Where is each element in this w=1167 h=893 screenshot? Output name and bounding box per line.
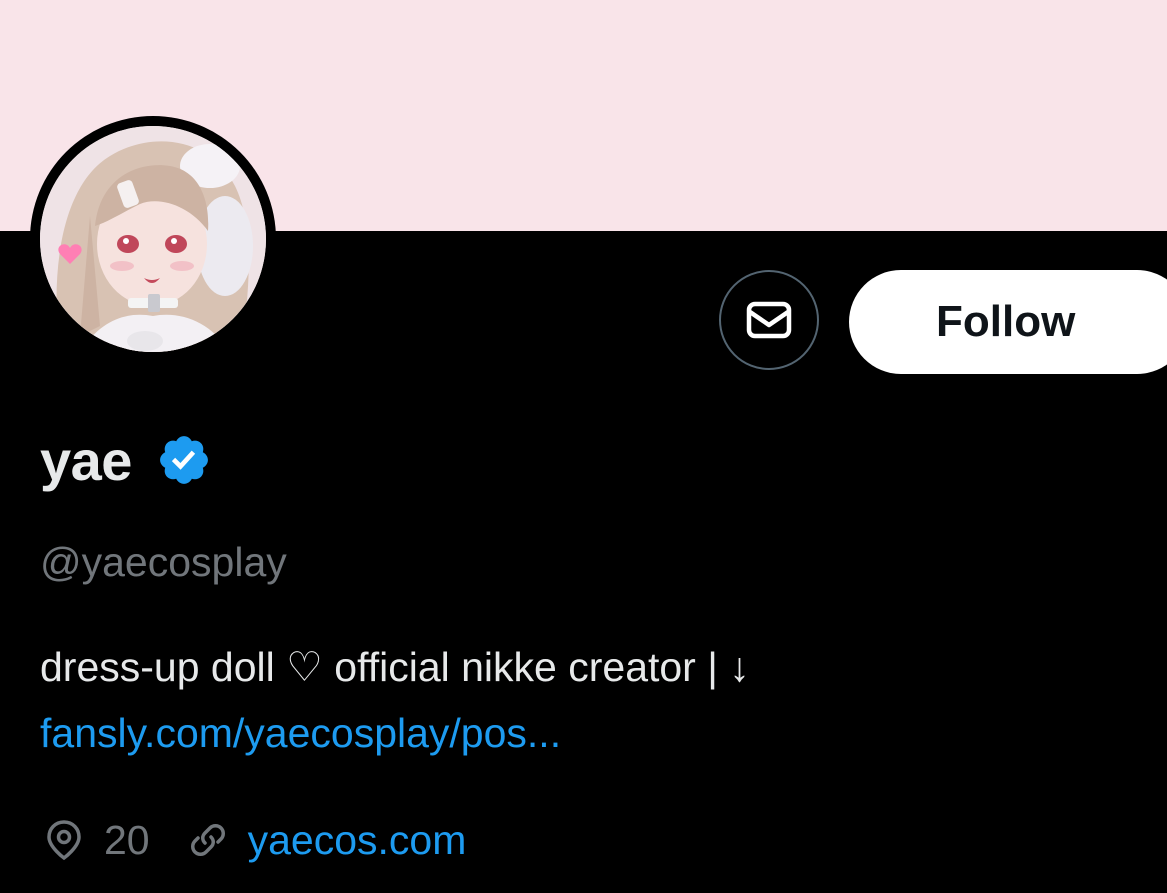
- user-handle: @yaecosplay: [40, 539, 287, 585]
- profile-meta: 20 yaecos.com: [44, 810, 466, 870]
- envelope-icon: [746, 301, 792, 339]
- verified-badge-icon[interactable]: [156, 432, 212, 488]
- bio-text: dress-up doll ♡ official nikke creator |…: [40, 644, 750, 690]
- location-text: 20: [104, 816, 150, 863]
- avatar-ring: [30, 116, 276, 362]
- profile-page: Follow yae @yaecosplay dress-up doll ♡ o…: [0, 0, 1167, 893]
- display-name: yae: [40, 428, 132, 492]
- avatar[interactable]: [40, 126, 266, 352]
- follow-button[interactable]: Follow: [849, 270, 1167, 374]
- location-pin-icon: [47, 820, 81, 861]
- bio-link[interactable]: fansly.com/yaecosplay/pos...: [40, 700, 1140, 766]
- website-link[interactable]: yaecos.com: [248, 817, 467, 864]
- display-name-row: yae: [40, 420, 212, 500]
- bio: dress-up doll ♡ official nikke creator |…: [40, 634, 1140, 766]
- link-icon: [190, 824, 225, 856]
- avatar-illustration: [40, 126, 266, 352]
- message-button[interactable]: [719, 270, 819, 370]
